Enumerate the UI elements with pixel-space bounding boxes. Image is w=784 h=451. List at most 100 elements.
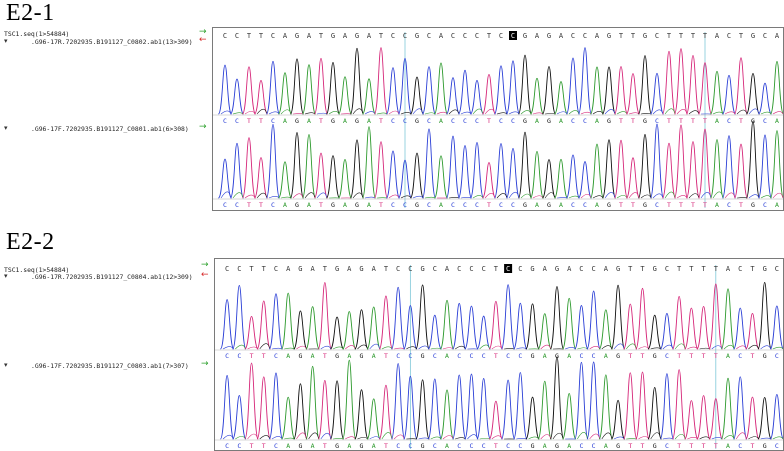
chromatogram-panel[interactable]: CCTTCAGATGAGATCCGCACCCTCCGAGACCAGTTGCTTT…	[214, 258, 784, 451]
noise-peak	[699, 436, 710, 440]
base-call: T	[619, 201, 623, 209]
chromatogram-panel[interactable]: CCTTCAGATGAGATCCGCACCCTCCGAGACCAGTTGCTTT…	[212, 27, 784, 211]
noise-peak	[604, 192, 616, 199]
base-call: A	[367, 32, 372, 40]
row-bullet-icon[interactable]: ▾	[4, 37, 8, 45]
peak	[745, 120, 761, 199]
base-call: A	[286, 442, 290, 450]
peak	[769, 61, 783, 115]
base-call: C	[237, 442, 241, 450]
base-call: C	[235, 117, 239, 125]
noise-peak	[467, 434, 478, 440]
noise-peak	[381, 346, 393, 350]
read-label[interactable]: .G96-17R.7202935.B191127_C0802.ab1(13>30…	[31, 38, 193, 46]
base-call: T	[494, 442, 498, 450]
base-call: T	[739, 117, 743, 125]
noise-peak	[418, 437, 429, 440]
base-call: G	[523, 201, 527, 209]
base-call: C	[571, 201, 575, 209]
peak	[733, 376, 748, 440]
noise-peak	[284, 437, 295, 440]
peak	[673, 48, 689, 115]
peak	[385, 150, 401, 199]
base-call: C	[571, 117, 575, 125]
read-label[interactable]: .G96-17F.7202935.B191127_C0801.ab1(6>308…	[31, 125, 189, 133]
base-call: T	[689, 352, 693, 360]
peak	[464, 305, 479, 350]
base-call: G	[547, 32, 551, 40]
base-call: A	[347, 442, 351, 450]
peak	[574, 305, 589, 350]
base-call: T	[379, 201, 383, 209]
peak	[342, 359, 357, 440]
noise-peak	[479, 438, 490, 440]
base-call: C	[433, 442, 437, 450]
base-call: G	[763, 265, 767, 273]
peak	[709, 70, 725, 115]
peak	[598, 309, 614, 350]
noise-peak	[568, 110, 580, 115]
base-call: G	[555, 352, 559, 360]
base-call: A	[543, 352, 547, 360]
base-call: T	[641, 442, 645, 450]
base-call: G	[531, 352, 535, 360]
base-call: C	[579, 265, 583, 273]
peak	[445, 77, 461, 115]
peak	[565, 154, 581, 199]
noise-peak	[244, 110, 256, 115]
base-call: C	[583, 117, 587, 125]
noise-peak	[532, 112, 544, 115]
peak	[293, 383, 308, 440]
base-call: A	[595, 201, 599, 209]
peak	[378, 295, 394, 350]
peak	[385, 67, 401, 115]
noise-peak	[772, 192, 783, 199]
row-bullet-icon[interactable]: ▾	[4, 361, 8, 369]
base-call: C	[469, 352, 473, 360]
peak	[647, 386, 662, 440]
noise-peak	[460, 197, 472, 199]
noise-peak	[412, 195, 424, 199]
base-call: C	[727, 32, 731, 40]
base-call: A	[307, 117, 311, 125]
row-bullet-icon[interactable]: ▾	[4, 272, 8, 280]
peak	[415, 379, 430, 440]
read2-base-calls: CCTTCAGATGAGATCCGCACCCTCCGAGACCAGTTGCTTT…	[225, 442, 779, 450]
read-label[interactable]: .G96-17F.7202935.B191127_C0803.ab1(7>307…	[31, 362, 189, 370]
peak	[577, 161, 593, 199]
peak	[325, 61, 341, 115]
peak	[757, 134, 773, 199]
noise-peak	[580, 193, 592, 199]
peak	[337, 76, 353, 115]
noise-peak	[616, 195, 628, 199]
base-call: C	[451, 201, 455, 209]
read-label[interactable]: .G96-17R.7202935.B191127_C0804.ab1(12>30…	[31, 273, 193, 281]
row-bullet-icon[interactable]: ▾	[4, 124, 8, 132]
noise-peak	[388, 194, 400, 199]
noise-peak	[364, 111, 376, 115]
base-call: A	[439, 201, 443, 209]
peak	[769, 393, 783, 440]
noise-peak	[472, 195, 484, 199]
noise-peak	[430, 347, 442, 350]
base-call: C	[396, 352, 400, 360]
peak	[549, 356, 565, 440]
base-call: T	[702, 442, 706, 450]
peak	[268, 372, 284, 440]
noise-peak	[616, 111, 628, 115]
noise-peak	[424, 196, 436, 199]
base-call: C	[463, 32, 467, 40]
noise-peak	[565, 347, 576, 350]
peak	[373, 141, 389, 199]
base-call: C	[271, 32, 275, 40]
base-call: T	[319, 201, 323, 209]
peak	[637, 134, 653, 199]
read2-base-calls: CCTTCAGATGAGATCCGCACCCTCCGAGACCAGTTGCTTT…	[223, 201, 779, 209]
noise-peak	[296, 432, 307, 440]
base-call: T	[703, 32, 708, 40]
noise-peak	[376, 112, 388, 115]
noise-peak	[393, 434, 405, 440]
peak	[647, 314, 662, 350]
base-call: T	[262, 442, 266, 450]
base-call: C	[579, 352, 583, 360]
